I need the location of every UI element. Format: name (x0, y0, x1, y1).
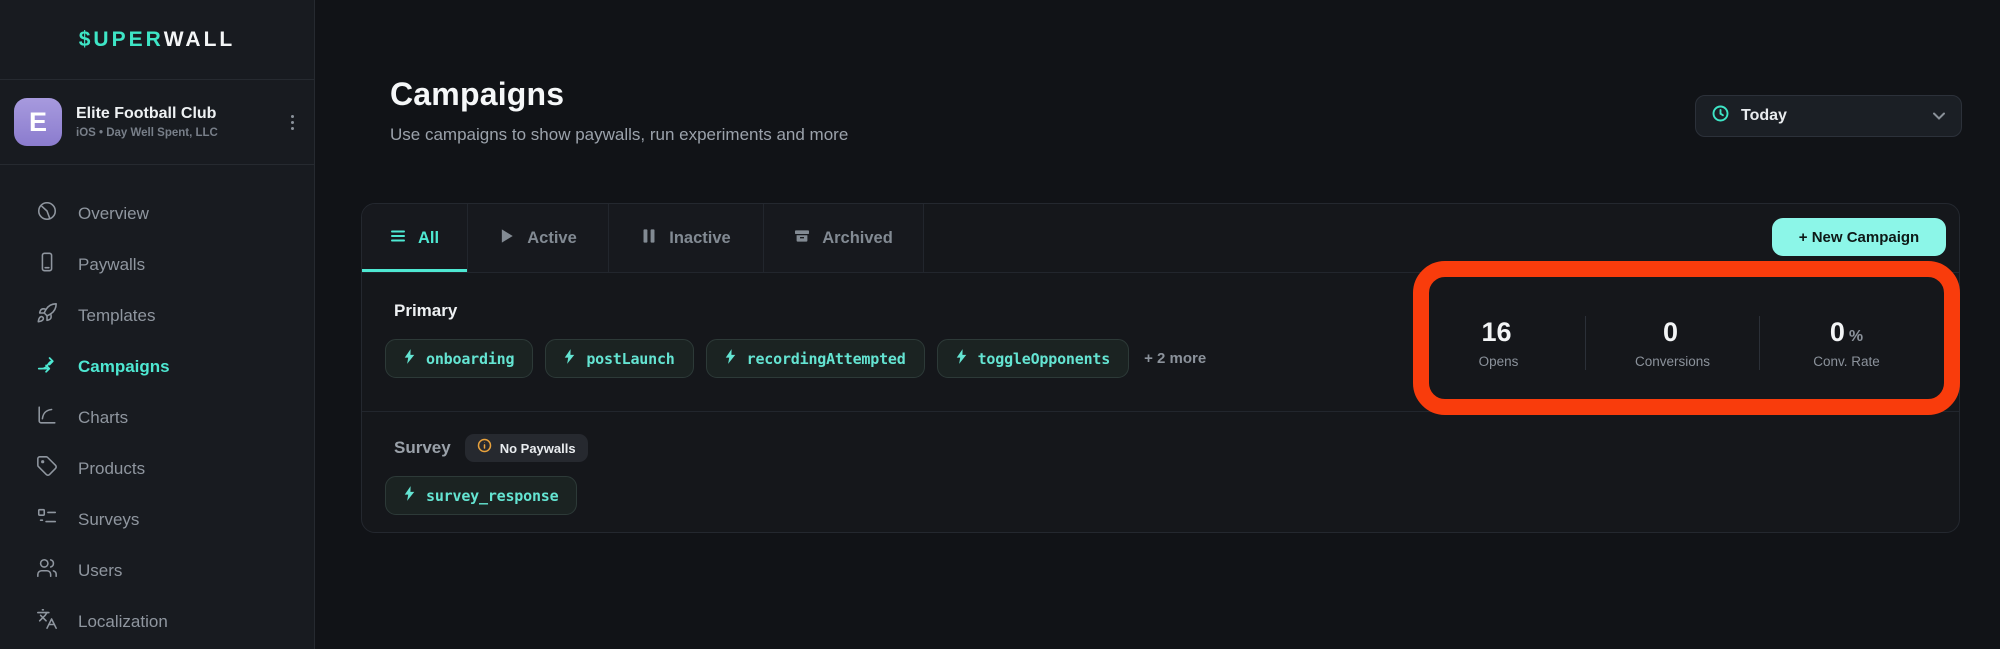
sidebar-item-label: Campaigns (78, 357, 170, 377)
logo-accent-text: $UPER (79, 28, 164, 52)
clock-icon (1712, 105, 1729, 127)
sidebar-item-surveys[interactable]: Surveys (0, 494, 314, 545)
tab-label: All (418, 229, 439, 248)
superwall-app: $UPERWALL E Elite Football Club iOS • Da… (0, 0, 2000, 649)
page-title: Campaigns (390, 76, 848, 113)
page-header: Campaigns Use campaigns to show paywalls… (390, 76, 848, 145)
sidebar-item-label: Overview (78, 204, 149, 224)
lightning-icon (725, 349, 736, 369)
sidebar-item-overview[interactable]: Overview (0, 188, 314, 239)
line-chart-icon (36, 404, 58, 431)
campaign-header: Survey No Paywalls (394, 434, 588, 462)
event-tag[interactable]: onboarding (385, 339, 533, 378)
workspace-subtitle: iOS • Day Well Spent, LLC (76, 127, 218, 139)
workspace-avatar: E (14, 98, 62, 146)
tab-archived[interactable]: Archived (764, 204, 924, 272)
workspace-menu-icon[interactable] (285, 109, 300, 136)
stat-conversions: 0 Conversions (1586, 317, 1759, 369)
pause-icon (641, 228, 657, 249)
stat-value: 0 (1663, 317, 1678, 347)
tag-icon (36, 455, 58, 482)
info-icon (477, 438, 492, 458)
sidebar-item-label: Products (78, 459, 145, 479)
workspace-switcher[interactable]: E Elite Football Club iOS • Day Well Spe… (0, 80, 314, 165)
sidebar-item-campaigns[interactable]: Campaigns (0, 341, 314, 392)
event-tag[interactable]: toggleOpponents (937, 339, 1129, 378)
campaign-tabs: All Active Inactive Archived + New Campa… (362, 204, 1959, 273)
sidebar-item-label: Charts (78, 408, 128, 428)
lightning-icon (404, 486, 415, 506)
sidebar-item-label: Paywalls (78, 255, 145, 275)
sidebar-item-templates[interactable]: Templates (0, 290, 314, 341)
sidebar-item-label: Surveys (78, 510, 139, 530)
lightning-icon (564, 349, 575, 369)
stat-suffix: % (1849, 328, 1863, 345)
translate-icon (36, 608, 58, 635)
stat-value: 16 (1481, 317, 1511, 347)
stat-label: Conv. Rate (1760, 354, 1933, 369)
no-paywalls-badge: No Paywalls (465, 434, 588, 462)
workspace-info: Elite Football Club iOS • Day Well Spent… (76, 105, 218, 139)
new-campaign-button[interactable]: + New Campaign (1772, 218, 1946, 256)
archive-icon (794, 228, 810, 249)
campaigns-card: All Active Inactive Archived + New Campa… (361, 203, 1960, 533)
chevron-down-icon (1933, 107, 1945, 125)
stat-label: Opens (1412, 354, 1585, 369)
superwall-logo: $UPERWALL (0, 0, 314, 80)
logo-rest-text: WALL (164, 28, 235, 52)
stat-label: Conversions (1586, 354, 1759, 369)
list-icon (390, 228, 406, 249)
tab-label: Active (527, 229, 577, 248)
sidebar-item-products[interactable]: Products (0, 443, 314, 494)
campaign-row-survey[interactable]: Survey No Paywalls survey_response (362, 412, 1959, 532)
pie-chart-icon (36, 200, 58, 227)
workspace-name: Elite Football Club (76, 105, 218, 123)
tab-all[interactable]: All (362, 204, 468, 272)
badge-label: No Paywalls (500, 441, 576, 456)
sidebar-item-charts[interactable]: Charts (0, 392, 314, 443)
campaign-name[interactable]: Primary (394, 301, 457, 321)
stat-conv-rate: 0% Conv. Rate (1760, 317, 1933, 369)
trigger-tag-list: onboarding postLaunch recordingAttempted… (385, 339, 1206, 378)
users-icon (36, 557, 58, 584)
trigger-tag-list: survey_response (385, 476, 577, 515)
date-range-dropdown[interactable]: Today (1695, 95, 1962, 137)
tab-inactive[interactable]: Inactive (609, 204, 764, 272)
stat-opens: 16 Opens (1412, 317, 1585, 369)
sidebar-item-label: Users (78, 561, 122, 581)
split-arrow-icon (36, 353, 58, 380)
sidebar-item-localization[interactable]: Localization (0, 596, 314, 647)
campaign-row-primary[interactable]: Primary onboarding postLaunch recordingA… (362, 273, 1959, 412)
rocket-icon (36, 302, 58, 329)
lightning-icon (404, 349, 415, 369)
campaign-name[interactable]: Survey (394, 438, 451, 458)
smartphone-icon (36, 251, 58, 278)
sidebar-item-users[interactable]: Users (0, 545, 314, 596)
checklist-icon (36, 506, 58, 533)
sidebar-item-label: Localization (78, 612, 168, 632)
more-tags-label[interactable]: + 2 more (1144, 350, 1206, 367)
event-tag[interactable]: survey_response (385, 476, 577, 515)
stat-value: 0 (1830, 317, 1845, 347)
event-tag[interactable]: postLaunch (545, 339, 693, 378)
campaign-stats: 16 Opens 0 Conversions 0% Conv. Rate (1412, 273, 1933, 412)
sidebar: $UPERWALL E Elite Football Club iOS • Da… (0, 0, 315, 649)
sidebar-item-paywalls[interactable]: Paywalls (0, 239, 314, 290)
event-tag[interactable]: recordingAttempted (706, 339, 925, 378)
date-range-value: Today (1741, 107, 1787, 125)
tab-active[interactable]: Active (468, 204, 609, 272)
page-subtitle: Use campaigns to show paywalls, run expe… (390, 125, 848, 145)
lightning-icon (956, 349, 967, 369)
sidebar-nav: Overview Paywalls Templates Campaigns Ch… (0, 188, 314, 647)
avatar-initial: E (29, 107, 47, 138)
sidebar-item-label: Templates (78, 306, 155, 326)
tab-label: Inactive (669, 229, 730, 248)
tab-label: Archived (822, 229, 893, 248)
play-icon (499, 228, 515, 249)
